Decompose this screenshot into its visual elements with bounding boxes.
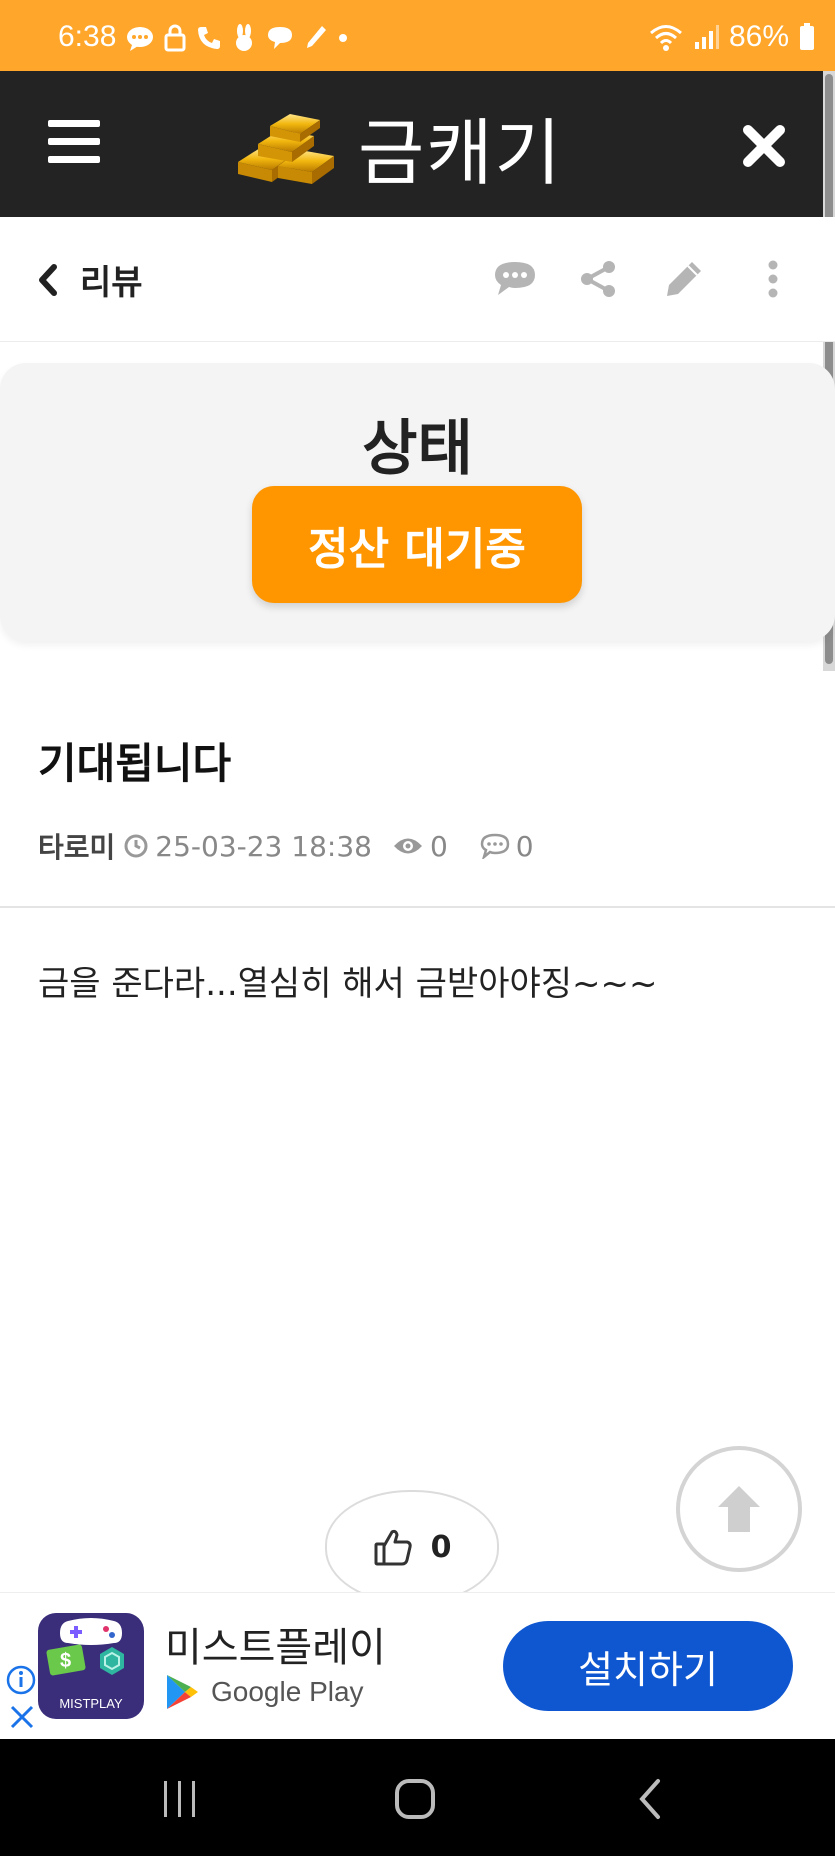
like-count: 0 [430,1529,452,1565]
status-heading: 상태 [362,414,473,484]
lock-icon [164,24,186,52]
notification-icons [126,24,348,52]
hamburger-icon-line-middle [48,138,100,145]
post-body: 금을 준다라...열심히 해서 금받아야징~~~ [38,964,658,1004]
gamepad-icon: $ [46,1618,124,1676]
rabbit-icon [236,24,252,51]
home-icon [395,1779,435,1819]
ad-app-logo[interactable]: $ MISTPLAY [38,1613,144,1719]
home-button[interactable] [385,1769,445,1829]
ad-store-label: Google Play [211,1676,364,1707]
comment-icon [495,262,535,295]
more-icon [768,260,778,298]
talk-icon [268,27,292,49]
scroll-top-button[interactable] [676,1446,802,1572]
clock-icon [124,834,148,858]
post-meta: 타로미 25-03-23 18:38 0 0 [38,826,534,866]
hamburger-icon-line-bottom [48,156,100,163]
signal-icon [694,25,719,49]
post-views: 0 [429,829,448,863]
ad-info-button[interactable] [6,1665,36,1695]
ad-title[interactable]: 미스트플레이 [165,1615,386,1673]
post-comments: 0 [515,829,534,863]
install-button[interactable]: 설치하기 [503,1621,793,1711]
like-button[interactable]: 0 [325,1490,499,1604]
battery-icon [800,23,814,50]
thumbs-up-icon [374,1529,412,1566]
gold-bars-icon [238,114,334,184]
battery-percent: 86% [728,20,789,53]
edit-icon [667,262,701,296]
eye-icon [393,838,422,854]
svg-text:$: $ [60,1650,71,1672]
recents-button[interactable] [150,1769,210,1829]
close-icon [10,1705,34,1729]
divider [0,906,835,908]
wifi-icon [649,25,682,51]
ad-banner: $ MISTPLAY 미스트플레이 Google Play 설치하기 [0,1592,835,1740]
comment-count-icon [480,833,510,859]
hamburger-icon-line-top [48,120,100,127]
post-author[interactable]: 타로미 [38,826,115,866]
board-name: 리뷰 [80,263,143,303]
dot-icon [339,34,347,42]
comment-button[interactable] [492,259,538,299]
share-icon [581,261,615,297]
share-button[interactable] [578,259,624,299]
recents-icon [164,1781,195,1817]
post-title: 기대됩니다 [38,739,232,788]
ad-logo-text: MISTPLAY [59,1696,123,1711]
back-nav-button[interactable] [620,1769,680,1829]
post-datetime: 25-03-23 18:38 [155,829,372,863]
phone-icon [198,27,220,49]
system-status: 86% [649,20,815,54]
sub-header: 리뷰 [0,217,835,342]
chevron-left-icon [39,263,57,296]
back-icon [639,1779,660,1819]
status-bar: 6:38 86% [0,0,835,71]
ad-close-button[interactable] [8,1703,36,1731]
pen-icon [307,26,326,48]
info-icon [6,1665,36,1695]
arrow-up-icon [718,1486,760,1532]
close-icon [743,125,785,167]
menu-button[interactable] [48,120,100,164]
system-nav-bar [0,1739,835,1856]
back-button[interactable]: 리뷰 [36,255,143,304]
chat-bubble-icon [127,27,153,51]
status-time: 6:38 [58,20,117,53]
app-title: 금캐기 [358,110,563,195]
status-badge[interactable]: 정산 대기중 [252,486,582,603]
app-header: 금캐기 [0,71,823,217]
google-play-icon [167,1675,198,1709]
ad-store: Google Play [165,1673,364,1711]
close-button[interactable] [742,124,786,168]
more-button[interactable] [756,259,790,299]
brand[interactable]: 금캐기 [230,101,563,195]
edit-button[interactable] [664,259,710,299]
